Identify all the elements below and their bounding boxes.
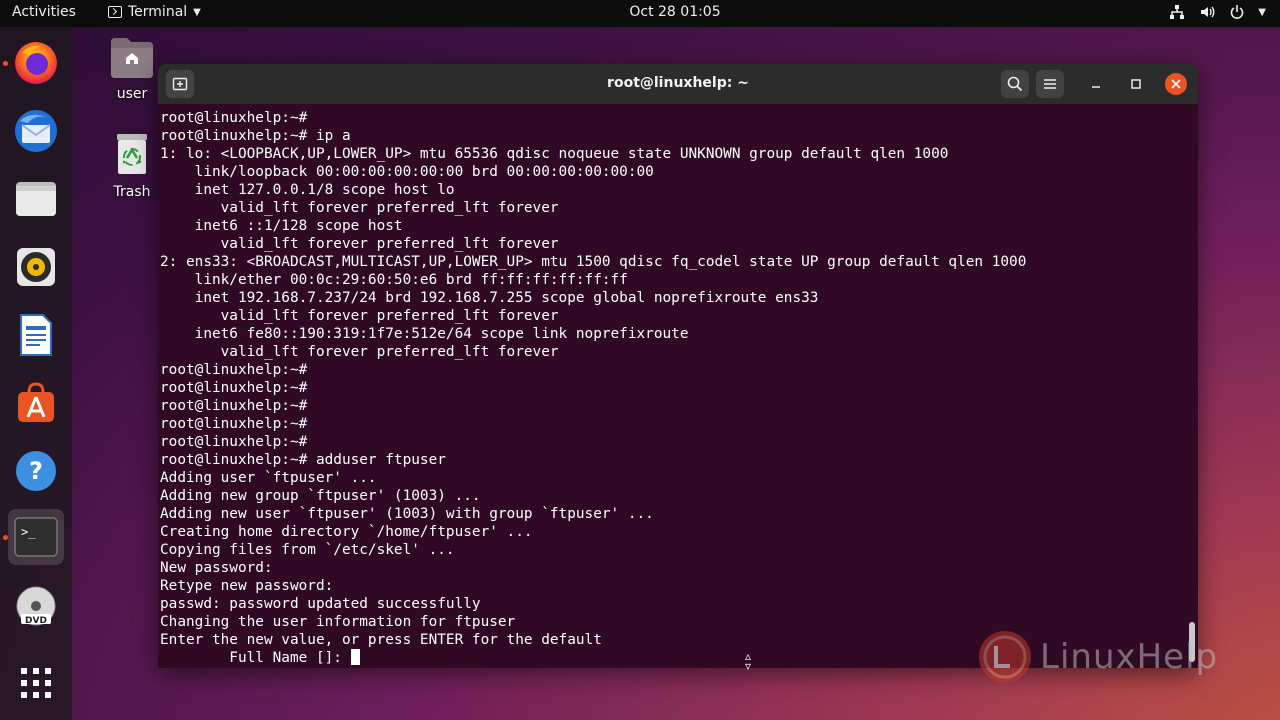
close-button[interactable] [1165,73,1187,95]
terminal-line: Adding user `ftpuser' ... [160,470,377,486]
system-tray[interactable]: ▼ [1168,3,1266,21]
power-icon[interactable] [1228,3,1246,21]
svg-text:DVD: DVD [25,616,47,626]
dock-libreoffice-writer[interactable] [8,307,64,363]
terminal-line: passwd: password updated successfully [160,596,481,612]
desktop-trash[interactable]: Trash [102,132,162,200]
terminal-window[interactable]: root@linuxhelp: ~ root@linuxhelp:~# root@… [158,64,1198,668]
dock-help[interactable]: ? [8,443,64,499]
top-bar: Activities Terminal ▼ Oct 28 01:05 ▼ [0,0,1280,27]
home-folder-icon [111,38,153,78]
prompt-text: Full Name []: [160,650,351,666]
terminal-line: Adding new group `ftpuser' (1003) ... [160,488,481,504]
terminal-line: 2: ens33: <BROADCAST,MULTICAST,UP,LOWER_… [160,254,1027,270]
title-bar[interactable]: root@linuxhelp: ~ [158,64,1198,104]
terminal-line: valid_lft forever preferred_lft forever [160,200,559,216]
svg-text:?: ? [29,457,43,485]
terminal-line: root@linuxhelp:~# [160,110,308,126]
trash-icon [117,134,147,174]
desktop-home-folder[interactable]: user [102,36,162,102]
thunderbird-icon [15,110,57,152]
terminal-line: valid_lft forever preferred_lft forever [160,344,559,360]
terminal-line: Copying files from `/etc/skel' ... [160,542,455,558]
terminal-line: link/loopback 00:00:00:00:00:00 brd 00:0… [160,164,654,180]
help-icon: ? [16,451,56,491]
terminal-line: inet6 fe80::190:319:1f7e:512e/64 scope l… [160,326,689,342]
terminal-line: root@linuxhelp:~# ip a [160,128,351,144]
terminal-line: link/ether 00:0c:29:60:50:e6 brd ff:ff:f… [160,272,628,288]
resize-cursor-icon: ▵ ▿ [745,649,752,673]
terminal-line: inet6 ::1/128 scope host [160,218,403,234]
dock-ubuntu-software[interactable] [8,375,64,431]
watermark: LinuxHelp [976,628,1218,686]
minimize-icon [1092,86,1100,88]
terminal-line: Retype new password: [160,578,334,594]
linuxhelp-logo-icon [979,631,1031,683]
terminal-line: 1: lo: <LOOPBACK,UP,LOWER_UP> mtu 65536 … [160,146,949,162]
firefox-icon [15,42,57,84]
terminal-line: root@linuxhelp:~# adduser ftpuser [160,452,446,468]
clock[interactable]: Oct 28 01:05 [0,4,1280,20]
terminal-line: Creating home directory `/home/ftpuser' … [160,524,533,540]
dock-files[interactable] [8,171,64,227]
svg-text:>_: >_ [21,525,36,539]
volume-icon[interactable] [1198,3,1216,21]
terminal-output[interactable]: root@linuxhelp:~# root@linuxhelp:~# ip a 1… [160,109,1180,667]
dock-terminal[interactable]: >_ [8,509,64,565]
dock-firefox[interactable] [8,35,64,91]
terminal-line: inet 192.168.7.237/24 brd 192.168.7.255 … [160,290,819,306]
dock-rhythmbox[interactable] [8,239,64,295]
terminal-icon: >_ [14,517,58,557]
text-cursor [350,649,360,665]
terminal-line: root@linuxhelp:~# [160,434,308,450]
search-icon [1007,76,1023,92]
search-button[interactable] [1001,70,1029,98]
dock-thunderbird[interactable] [8,103,64,159]
dvd-icon: DVD [16,586,56,626]
terminal-line: New password: [160,560,273,576]
home-folder-label: user [116,86,148,102]
close-icon [1171,79,1181,89]
trash-label: Trash [113,184,151,200]
network-icon[interactable] [1168,3,1186,21]
software-store-icon [18,382,54,422]
maximize-icon [1131,79,1141,89]
show-applications-button[interactable] [8,655,64,711]
terminal-line: Adding new user `ftpuser' (1003) with gr… [160,506,654,522]
dock-dvd[interactable]: DVD [8,579,64,635]
maximize-button[interactable] [1122,70,1150,98]
hamburger-icon [1044,79,1056,89]
terminal-line: root@linuxhelp:~# [160,416,308,432]
terminal-line: root@linuxhelp:~# [160,380,308,396]
dock: ? >_ DVD [0,27,72,720]
rhythmbox-icon [17,248,55,286]
terminal-line: valid_lft forever preferred_lft forever [160,236,559,252]
terminal-line: valid_lft forever preferred_lft forever [160,308,559,324]
grid-icon [21,668,51,698]
files-icon [16,182,56,216]
document-icon [20,314,52,356]
minimize-button[interactable] [1082,70,1110,98]
watermark-text: LinuxHelp [1040,637,1219,677]
caret-down-icon[interactable]: ▼ [1258,7,1266,18]
terminal-line: root@linuxhelp:~# [160,398,308,414]
menu-button[interactable] [1036,70,1064,98]
terminal-line: root@linuxhelp:~# [160,362,308,378]
terminal-line: inet 127.0.0.1/8 scope host lo [160,182,455,198]
